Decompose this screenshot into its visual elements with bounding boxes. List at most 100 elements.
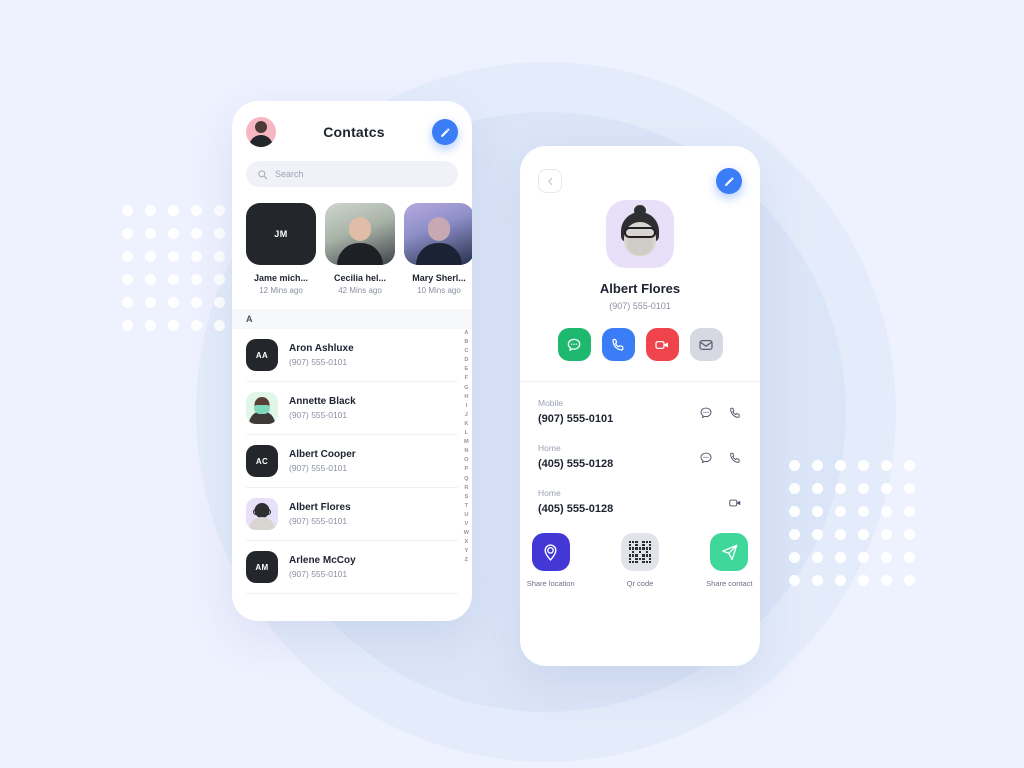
contact-detail-screen: Albert Flores (907) 555-0101 Mobile (907)… [520, 146, 760, 666]
alphabet-index-letter[interactable]: T [465, 502, 468, 511]
alphabet-index-letter[interactable]: U [464, 511, 468, 520]
video-camera-entry-button[interactable] [728, 496, 742, 515]
story-item[interactable]: Cecilia hel... 42 Mins ago [325, 203, 395, 295]
contact-avatar: AC [246, 445, 278, 477]
phone-entry-label: Home [538, 488, 561, 498]
dot [789, 575, 800, 586]
back-button[interactable] [538, 169, 562, 193]
dot [904, 529, 915, 540]
dot [881, 483, 892, 494]
alphabet-index-letter[interactable]: V [464, 520, 468, 529]
phone-icon [612, 338, 624, 351]
dot [191, 205, 202, 216]
chat-bubble-entry-button[interactable] [699, 451, 713, 470]
alphabet-index-letter[interactable]: E [464, 365, 468, 374]
location-pin-button[interactable] [531, 533, 570, 571]
mail-action-button[interactable] [689, 328, 723, 361]
dot [789, 483, 800, 494]
contact-row[interactable]: AM Arlene McCoy (907) 555-0101 [246, 541, 458, 594]
video-action-button[interactable] [645, 328, 679, 361]
contact-row[interactable]: Albert Flores (907) 555-0101 [246, 488, 458, 541]
story-item[interactable]: Mary Sherl... 10 Mins ago [404, 203, 472, 295]
alphabet-index-letter[interactable]: Z [465, 556, 468, 565]
call-action-button[interactable] [601, 328, 635, 361]
alphabet-index-letter[interactable]: I [466, 402, 468, 411]
qr-code-button[interactable] [620, 533, 659, 571]
story-thumbnail[interactable] [404, 203, 472, 265]
alphabet-index-letter[interactable]: Y [464, 547, 468, 556]
dot [145, 251, 156, 262]
contact-avatar [246, 392, 278, 424]
alphabet-index-letter[interactable]: O [464, 456, 468, 465]
phone-entry-row[interactable]: Mobile (907) 555-0101 [538, 398, 742, 425]
video-camera-icon [729, 499, 741, 507]
alphabet-index-letter[interactable]: C [464, 347, 468, 356]
phone-entry-row[interactable]: Home (405) 555-0128 [538, 443, 742, 470]
dot [191, 274, 202, 285]
contact-initials: AM [255, 562, 269, 572]
dot [168, 251, 179, 262]
search-input[interactable]: Search [246, 161, 458, 187]
albert-flores-avatar [606, 200, 674, 268]
dot [789, 506, 800, 517]
alphabet-index-letter[interactable]: L [465, 429, 468, 438]
dot [835, 575, 846, 586]
dot [122, 228, 133, 239]
user-avatar[interactable] [246, 117, 276, 147]
alphabet-index-letter[interactable]: M [464, 438, 469, 447]
alphabet-index[interactable]: ABCDEFGHIJKLMNOPQRSTUVWXYZ [464, 329, 469, 565]
chevron-left-icon [547, 177, 552, 185]
search-icon [258, 169, 268, 179]
contact-row[interactable]: Annette Black (907) 555-0101 [246, 382, 458, 435]
phone-entry-button[interactable] [728, 451, 742, 470]
alphabet-index-letter[interactable]: J [465, 411, 468, 420]
alphabet-index-letter[interactable]: H [464, 393, 468, 402]
dot [812, 529, 823, 540]
dot [858, 506, 869, 517]
alphabet-index-letter[interactable]: A [464, 329, 468, 338]
phone-entry-label: Mobile [538, 398, 564, 408]
chat-bubble-icon [567, 338, 581, 351]
envelope-icon [699, 339, 713, 350]
dot [145, 274, 156, 285]
dot [168, 205, 179, 216]
alphabet-index-letter[interactable]: S [464, 493, 468, 502]
decorative-dots-left [122, 205, 248, 331]
alphabet-index-letter[interactable]: G [464, 384, 468, 393]
dot [145, 228, 156, 239]
story-name: Cecilia hel... [333, 273, 387, 283]
contact-row[interactable]: AA Aron Ashluxe (907) 555-0101 [246, 329, 458, 382]
dot [835, 506, 846, 517]
alphabet-index-letter[interactable]: B [464, 338, 468, 347]
contact-row[interactable]: AC Albert Cooper (907) 555-0101 [246, 435, 458, 488]
alphabet-index-letter[interactable]: N [464, 447, 468, 456]
phone-entries: Mobile (907) 555-0101 Home (405) 555-0128 Ho… [520, 382, 760, 515]
edit-contacts-button[interactable] [432, 119, 458, 145]
phone-entry-row[interactable]: Home (405) 555-0128 [538, 488, 742, 515]
alphabet-index-letter[interactable]: P [464, 465, 468, 474]
edit-contact-button[interactable] [716, 168, 742, 194]
phone-entry-label: Home [538, 443, 561, 453]
alphabet-index-letter[interactable]: K [464, 420, 468, 429]
alphabet-index-letter[interactable]: D [464, 356, 468, 365]
dot [881, 552, 892, 563]
story-thumbnail[interactable] [325, 203, 395, 265]
chat-bubble-entry-button[interactable] [699, 406, 713, 425]
message-action-button[interactable] [557, 328, 591, 361]
dot [812, 506, 823, 517]
dot [145, 320, 156, 331]
share-item[interactable]: Qr code [609, 533, 670, 588]
share-item[interactable]: Share contact [699, 533, 760, 588]
alphabet-index-letter[interactable]: X [464, 538, 468, 547]
story-thumbnail[interactable]: JM [246, 203, 316, 265]
alphabet-index-letter[interactable]: Q [464, 475, 468, 484]
share-item[interactable]: Share location [520, 533, 581, 588]
alphabet-index-letter[interactable]: R [464, 484, 468, 493]
recent-stories: JM Jame mich... 12 Mins ago Cecilia hel... 4… [232, 187, 472, 295]
phone-entry-button[interactable] [728, 406, 742, 425]
alphabet-index-letter[interactable]: F [465, 374, 468, 383]
dot [122, 297, 133, 308]
story-item[interactable]: JM Jame mich... 12 Mins ago [246, 203, 316, 295]
alphabet-index-letter[interactable]: W [464, 529, 469, 538]
paper-plane-button[interactable] [710, 533, 749, 571]
